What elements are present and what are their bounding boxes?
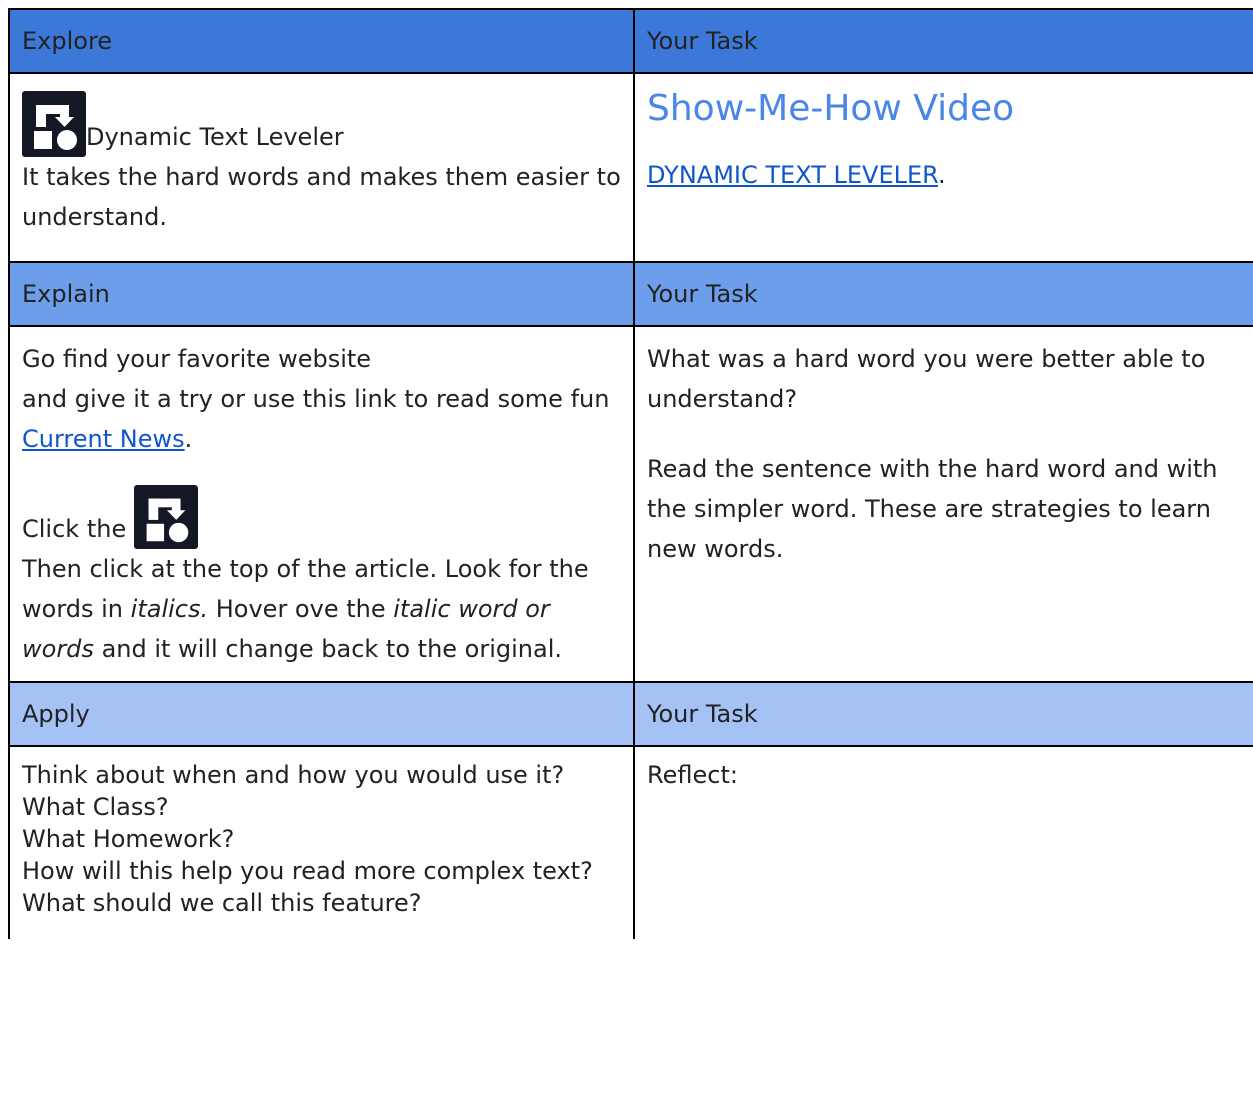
- apply-content-row: Think about when and how you would use i…: [8, 745, 1253, 939]
- explain-line-1: Go find your favorite website: [22, 345, 372, 373]
- apply-question-2: What Class?: [22, 793, 169, 821]
- explain-content-row: Go find your favorite website and give i…: [8, 325, 1253, 683]
- explore-header-row: Explore Your Task: [8, 8, 1253, 74]
- video-title: Show-Me-How Video: [647, 88, 1015, 129]
- apply-header-row: Apply Your Task: [8, 681, 1253, 747]
- explain-steps: Then click at the top of the article. Lo…: [22, 549, 621, 669]
- apply-question-1: Think about when and how you would use i…: [22, 761, 565, 789]
- apply-task-header: Your Task: [633, 681, 1253, 747]
- video-link[interactable]: DYNAMIC TEXT LEVELER: [647, 161, 938, 189]
- current-news-link[interactable]: Current News: [22, 425, 185, 453]
- news-link-suffix: .: [184, 425, 193, 453]
- italics-word: italics.: [130, 595, 209, 623]
- apply-question-3: What Homework?: [22, 825, 235, 853]
- explain-line-2: and give it a try or use this link to re…: [22, 379, 621, 459]
- explore-cell: Dynamic Text Leveler It takes the hard w…: [8, 72, 635, 263]
- apply-cell: Think about when and how you would use i…: [8, 745, 635, 939]
- tool-description: It takes the hard words and makes them e…: [22, 163, 621, 231]
- explore-content-row: Dynamic Text Leveler It takes the hard w…: [8, 72, 1253, 263]
- lesson-table: Explore Your Task Dynamic Text Leveler I…: [8, 8, 1253, 939]
- explain-task-header: Your Task: [633, 261, 1253, 327]
- explain-header: Explain: [8, 261, 635, 327]
- explore-task-cell: Show-Me-How Video DYNAMIC TEXT LEVELER.: [633, 72, 1253, 263]
- dynamic-text-leveler-icon: [133, 485, 198, 549]
- tool-name: Dynamic Text Leveler: [86, 123, 344, 151]
- click-the-text: Click the: [22, 515, 127, 543]
- apply-task-cell: Reflect:: [633, 745, 1253, 939]
- task-question-1: What was a hard word you were better abl…: [647, 345, 1206, 413]
- explain-header-row: Explain Your Task: [8, 261, 1253, 327]
- explore-header: Explore: [8, 8, 635, 74]
- dynamic-text-leveler-icon: [22, 91, 86, 157]
- apply-question-5: What should we call this feature?: [22, 889, 422, 917]
- explain-task-cell: What was a hard word you were better abl…: [633, 325, 1253, 683]
- steps-text-2: Hover ove the: [208, 595, 386, 623]
- explain-line-2-text: and give it a try or use this link to re…: [22, 385, 610, 413]
- reflect-label: Reflect:: [647, 761, 738, 789]
- apply-question-4: How will this help you read more complex…: [22, 857, 593, 885]
- explain-cell: Go find your favorite website and give i…: [8, 325, 635, 683]
- apply-header: Apply: [8, 681, 635, 747]
- click-the-line: Click the: [22, 485, 621, 549]
- steps-text-3: and it will change back to the original.: [101, 635, 563, 663]
- video-link-suffix: .: [937, 161, 946, 189]
- task-question-2: Read the sentence with the hard word and…: [647, 455, 1218, 563]
- explore-task-header: Your Task: [633, 8, 1253, 74]
